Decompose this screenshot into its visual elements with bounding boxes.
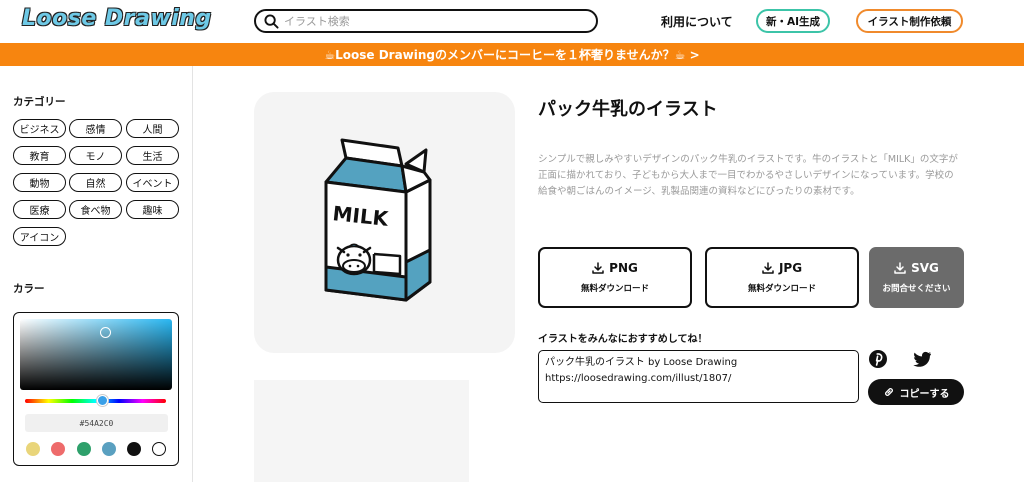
download-svg-button[interactable]: SVG お問合せください xyxy=(869,247,964,308)
download-icon xyxy=(762,262,774,274)
pinterest-icon[interactable] xyxy=(868,349,888,369)
link-icon xyxy=(884,388,893,396)
category-tag[interactable]: 食べ物 xyxy=(69,200,122,219)
color-swatch-black[interactable] xyxy=(127,442,141,456)
illustration-description: シンプルで親しみやすいデザインのパック牛乳のイラストです。牛のイラストと「MIL… xyxy=(538,154,958,197)
twitter-icon[interactable] xyxy=(912,349,932,369)
color-heading: カラー xyxy=(13,283,45,295)
illustration-preview: MILK xyxy=(254,92,515,353)
hex-value[interactable]: #54A2C0 xyxy=(25,414,168,432)
color-swatch-blue[interactable] xyxy=(102,442,116,456)
hue-slider[interactable] xyxy=(25,399,166,403)
download-sub-label: 無料ダウンロード xyxy=(747,284,816,294)
category-tag[interactable]: 感情 xyxy=(69,119,122,138)
category-tag[interactable]: 自然 xyxy=(69,173,122,192)
saturation-value-area[interactable] xyxy=(20,319,172,390)
category-tag[interactable]: 趣味 xyxy=(126,200,179,219)
share-text-url: https://loosedrawing.com/illust/1807/ xyxy=(545,373,732,384)
color-swatch-yellow[interactable] xyxy=(26,442,40,456)
category-tag[interactable]: 教育 xyxy=(13,146,66,165)
copy-button[interactable]: コピーする xyxy=(868,379,964,405)
search-icon xyxy=(264,14,279,29)
download-jpg-button[interactable]: JPG 無料ダウンロード xyxy=(705,247,859,308)
category-tag[interactable]: 生活 xyxy=(126,146,179,165)
download-sub-label: お問合せください xyxy=(882,284,951,294)
category-tag[interactable]: アイコン xyxy=(13,227,66,246)
share-text-line: パック牛乳のイラスト by Loose Drawing xyxy=(545,357,738,368)
milk-carton-illustration: MILK xyxy=(324,138,432,302)
color-swatch-red[interactable] xyxy=(51,442,65,456)
saturation-handle[interactable] xyxy=(100,327,111,338)
category-tag[interactable]: モノ xyxy=(69,146,122,165)
download-sub-label: 無料ダウンロード xyxy=(580,284,649,294)
nav-about-link[interactable]: 利用について xyxy=(661,13,733,30)
download-icon xyxy=(894,262,906,274)
share-heading: イラストをみんなにおすすめしてね！ xyxy=(538,334,708,345)
download-png-button[interactable]: PNG 無料ダウンロード xyxy=(538,247,692,308)
related-image-placeholder xyxy=(254,380,469,482)
download-format-label: PNG xyxy=(609,261,638,275)
category-tag[interactable]: ビジネス xyxy=(13,119,66,138)
header: Loose Drawing 利用について 新・AI生成 イラスト制作依頼 xyxy=(0,0,1024,43)
search-input[interactable] xyxy=(284,12,584,30)
color-swatch-white[interactable] xyxy=(152,442,166,456)
category-tag[interactable]: 人間 xyxy=(126,119,179,138)
color-swatch-green[interactable] xyxy=(77,442,91,456)
sidebar: カテゴリー ビジネス 感情 人間 教育 モノ 生活 動物 自然 イベント 医療 … xyxy=(0,66,193,482)
download-format-label: JPG xyxy=(778,261,803,275)
search-box[interactable] xyxy=(254,9,598,33)
share-textarea[interactable]: パック牛乳のイラスト by Loose Drawing https://loos… xyxy=(538,350,859,403)
site-logo[interactable]: Loose Drawing xyxy=(22,6,212,31)
ai-generate-button[interactable]: 新・AI生成 xyxy=(756,9,830,33)
download-icon xyxy=(592,262,604,274)
download-format-label: SVG xyxy=(911,261,939,275)
category-tag[interactable]: イベント xyxy=(126,173,179,192)
page-title: パック牛乳のイラスト xyxy=(538,99,718,120)
color-picker: #54A2C0 xyxy=(13,312,179,466)
hue-handle[interactable] xyxy=(97,395,108,406)
category-tag[interactable]: 医療 xyxy=(13,200,66,219)
category-heading: カテゴリー xyxy=(13,96,66,108)
order-illustration-button[interactable]: イラスト制作依頼 xyxy=(856,9,963,33)
category-tag[interactable]: 動物 xyxy=(13,173,66,192)
coffee-banner[interactable]: ☕Loose Drawingのメンバーにコーヒーを１杯奢りませんか？☕ > xyxy=(0,43,1024,66)
copy-button-label: コピーする xyxy=(899,388,950,400)
